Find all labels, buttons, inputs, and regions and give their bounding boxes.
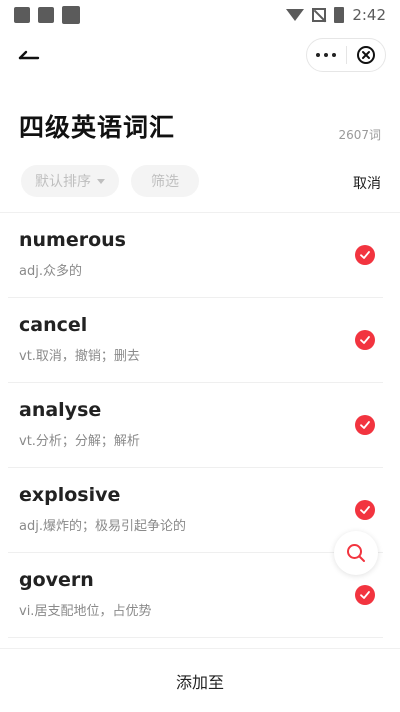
word-count: 2607词 [338, 128, 381, 142]
word-text: numerous [19, 229, 126, 251]
navigation-bar [0, 34, 400, 78]
more-button[interactable] [307, 39, 346, 71]
check-circle-icon[interactable] [355, 500, 375, 520]
list-item[interactable]: numerous adj.众多的 [0, 213, 400, 298]
word-text: explosive [19, 484, 121, 506]
word-text: analyse [19, 399, 102, 421]
word-list: numerous adj.众多的 cancel vt.取消，撤销；删去 anal… [0, 213, 400, 638]
search-icon [347, 544, 365, 562]
app-icon [62, 6, 80, 24]
word-definition: vt.取消，撤销；删去 [19, 349, 140, 364]
word-text: cancel [19, 314, 88, 336]
status-bar: 2:42 [0, 0, 400, 30]
word-definition: vi.居支配地位，占优势 [19, 604, 152, 619]
notification-icon [14, 7, 30, 23]
check-circle-icon[interactable] [355, 245, 375, 265]
word-definition: adj.爆炸的；极易引起争论的 [19, 519, 186, 534]
word-definition: adj.众多的 [19, 264, 82, 279]
sort-label: 默认排序 [35, 174, 91, 190]
list-item[interactable]: cancel vt.取消，撤销；删去 [0, 298, 400, 383]
no-sim-icon [312, 8, 327, 22]
back-button[interactable] [16, 42, 44, 70]
check-circle-icon[interactable] [355, 415, 375, 435]
more-dots-icon [316, 53, 337, 57]
bottom-bar: 添加至 [0, 648, 400, 712]
word-definition: vt.分析；分解；解析 [19, 434, 140, 449]
status-time: 2:42 [352, 6, 386, 24]
row-divider [8, 637, 383, 638]
filter-label: 筛选 [151, 174, 179, 190]
chevron-down-icon [97, 178, 105, 184]
close-circle-icon [356, 46, 375, 64]
check-circle-icon[interactable] [355, 585, 375, 605]
sort-dropdown[interactable]: 默认排序 [21, 165, 119, 197]
page-title: 四级英语词汇 [19, 113, 176, 142]
battery-charging-icon [334, 7, 345, 23]
wifi-icon [286, 9, 305, 21]
word-text: govern [19, 569, 94, 591]
image-icon [38, 7, 54, 23]
mini-program-capsule [306, 38, 386, 72]
list-item[interactable]: analyse vt.分析；分解；解析 [0, 383, 400, 468]
check-circle-icon[interactable] [355, 330, 375, 350]
close-button[interactable] [346, 39, 385, 71]
search-button[interactable] [334, 531, 378, 575]
back-arrow-icon [18, 50, 40, 60]
cancel-button[interactable]: 取消 [353, 173, 381, 193]
filter-dropdown[interactable]: 筛选 [131, 165, 199, 197]
add-to-button[interactable]: 添加至 [176, 669, 224, 693]
